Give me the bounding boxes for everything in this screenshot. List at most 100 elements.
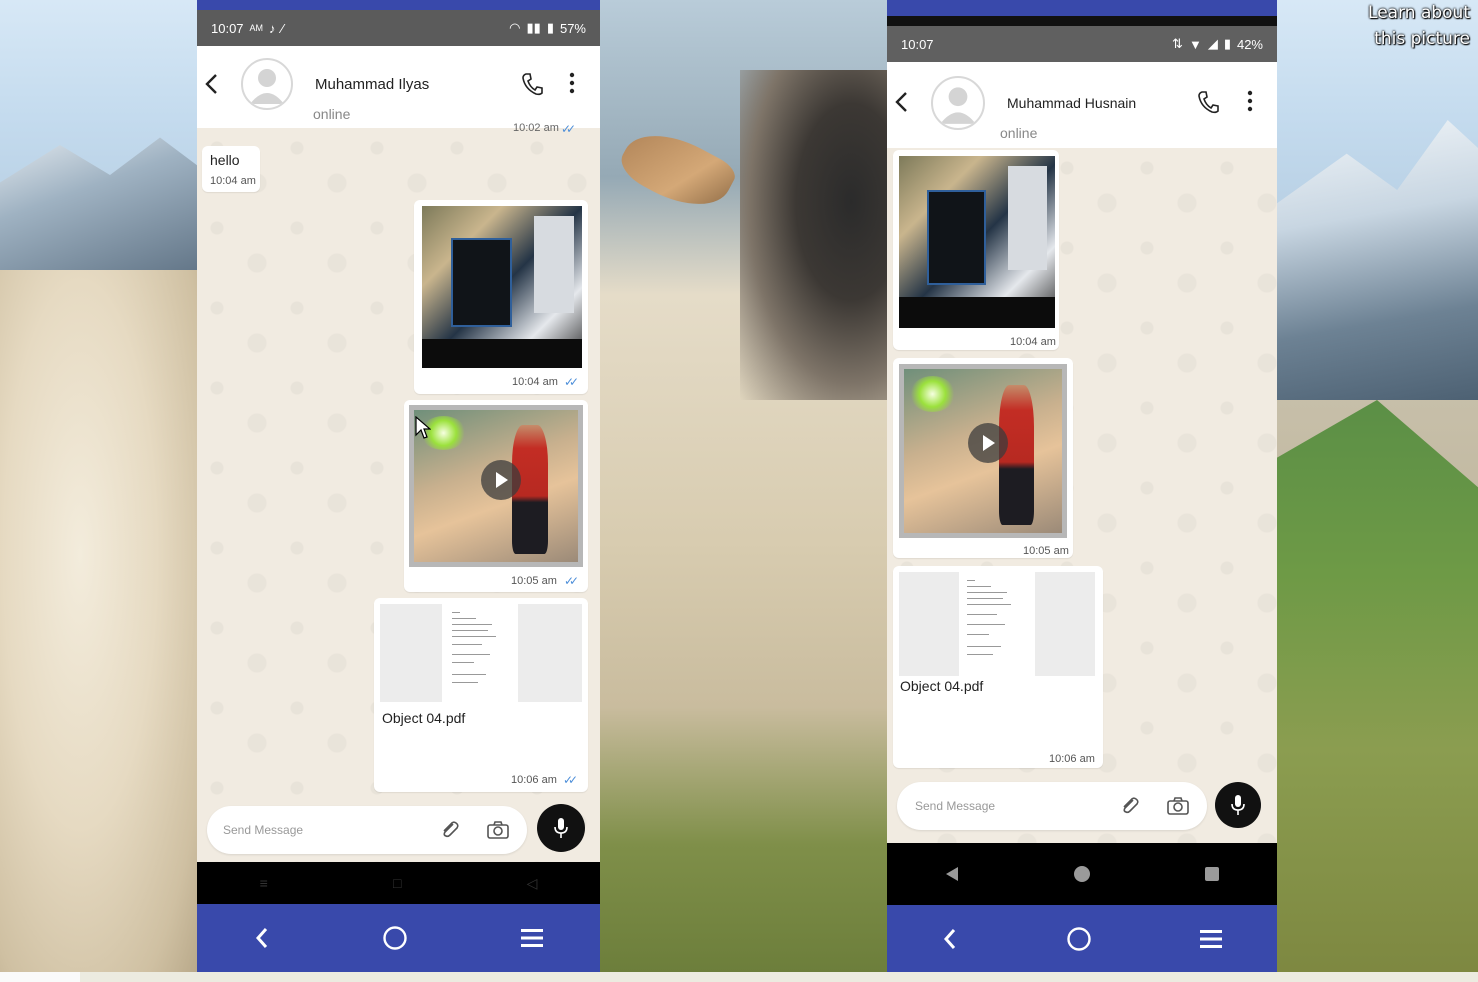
wifi-icon: ▼ <box>1188 36 1202 52</box>
pdf-text-line <box>967 646 1001 647</box>
mouse-cursor-icon <box>415 416 431 439</box>
phone-call-icon[interactable] <box>1197 90 1219 114</box>
phone-call-icon[interactable] <box>521 72 543 96</box>
contact-name[interactable]: Muhammad Ilyas <box>315 76 429 93</box>
clipped-message-time: 10:02 am <box>513 122 559 134</box>
mirror-home-icon[interactable] <box>1066 926 1092 952</box>
video-thumbnail[interactable] <box>409 405 583 567</box>
mic-icon[interactable] <box>1215 782 1261 828</box>
image-detail-strip <box>422 338 582 368</box>
image-detail-panel <box>1008 166 1048 270</box>
more-options-icon[interactable] <box>569 72 575 94</box>
input-placeholder: Send Message <box>223 823 304 837</box>
chat-area[interactable]: 10:02 am ✓✓ hello 10:04 am 10:04 am ✓✓ 1… <box>197 122 600 862</box>
recents-icon[interactable] <box>1203 865 1221 883</box>
read-ticks-icon: ✓✓ <box>563 773 578 787</box>
message-input[interactable]: Send Message <box>897 782 1207 830</box>
mirror-home-icon[interactable] <box>382 925 408 951</box>
pdf-text-line <box>452 644 482 645</box>
camera-icon[interactable] <box>486 820 510 840</box>
incoming-document-message[interactable]: Object 04.pdf 10:06 am <box>893 566 1103 768</box>
image-detail-panel <box>534 215 574 313</box>
status-bar-top-edge <box>887 16 1277 26</box>
contact-status: online <box>1000 125 1038 141</box>
mirror-menu-icon[interactable] <box>520 927 544 949</box>
pdf-text-line <box>967 586 991 587</box>
incoming-image-message[interactable]: 10:04 am <box>893 150 1059 350</box>
learn-about-picture-link[interactable]: Learn about this picture <box>1368 0 1470 52</box>
wallpaper-sheep-face <box>740 70 888 400</box>
pdf-text-line <box>967 580 975 581</box>
contact-avatar[interactable] <box>241 58 293 110</box>
contact-avatar[interactable] <box>931 76 985 130</box>
pdf-page <box>959 572 1035 676</box>
image-thumbnail[interactable] <box>422 206 582 368</box>
message-input-bar: Send Message <box>887 778 1277 838</box>
pdf-text-line <box>452 612 460 613</box>
pdf-text-line <box>452 654 490 655</box>
incoming-video-message[interactable]: 10:05 am <box>893 358 1073 558</box>
mirror-back-icon[interactable] <box>941 926 959 952</box>
attach-icon[interactable] <box>439 819 461 841</box>
chat-area[interactable]: 10:04 am 10:05 am Object 04.pdf 10:06 am… <box>887 148 1277 843</box>
file-name: Object 04.pdf <box>382 710 466 726</box>
camera-icon[interactable] <box>1166 796 1190 816</box>
wallpaper-hill-right <box>1276 400 1478 982</box>
attach-icon[interactable] <box>1119 795 1141 817</box>
back-icon[interactable]: ◁ <box>527 875 538 892</box>
clipped-read-ticks-icon: ✓✓ <box>561 122 576 136</box>
incoming-text-message[interactable]: hello 10:04 am <box>202 146 260 192</box>
message-time: 10:04 am <box>210 175 256 187</box>
mirror-top-bar <box>197 0 600 10</box>
pdf-text-line <box>967 624 1005 625</box>
more-options-icon[interactable] <box>1247 90 1253 112</box>
phone-right: 10:07 ⇅ ▼ ◢ ▮ 42% Muhammad Husnain onlin… <box>887 0 1277 972</box>
pdf-preview[interactable] <box>899 572 1095 676</box>
battery-icon: ▮ <box>1223 36 1231 51</box>
mic-icon[interactable] <box>537 804 585 852</box>
pdf-text-line <box>452 662 474 663</box>
input-placeholder: Send Message <box>915 799 996 813</box>
image-thumbnail[interactable] <box>899 156 1055 328</box>
message-text: hello <box>210 152 240 168</box>
mirror-menu-icon[interactable] <box>1199 928 1223 950</box>
play-icon[interactable] <box>481 460 521 500</box>
pdf-text-line <box>967 598 1003 599</box>
home-icon[interactable]: □ <box>393 875 401 891</box>
outgoing-document-message[interactable]: Object 04.pdf 10:06 am ✓✓ <box>374 598 588 792</box>
pdf-text-line <box>967 614 997 615</box>
home-icon[interactable] <box>1073 865 1091 883</box>
play-icon[interactable] <box>968 423 1008 463</box>
taskbar-strip <box>0 972 1478 982</box>
data-icon: ⇅ <box>1172 36 1183 51</box>
status-time: 10:07 <box>901 36 934 52</box>
signal-icon: ◢ <box>1207 36 1218 51</box>
mirror-back-icon[interactable] <box>253 925 271 951</box>
notification-icon: ⁄ <box>281 20 284 36</box>
back-arrow-icon[interactable] <box>203 72 221 96</box>
wallpaper-wool-left <box>0 270 200 982</box>
pdf-text-line <box>452 682 478 683</box>
status-bar: 10:07 ⇅ ▼ ◢ ▮ 42% <box>887 26 1277 62</box>
pdf-page <box>442 604 518 702</box>
battery-level: 57% <box>559 20 586 36</box>
battery-icon: ▮ <box>546 20 554 35</box>
outgoing-video-message[interactable]: 10:05 am ✓✓ <box>404 400 588 592</box>
video-thumbnail[interactable] <box>899 364 1067 538</box>
tiktok-icon: ♪ <box>269 20 276 36</box>
outgoing-image-message[interactable]: 10:04 am ✓✓ <box>414 200 588 394</box>
message-time: 10:05 am <box>511 575 557 587</box>
contact-name[interactable]: Muhammad Husnain <box>1007 95 1136 111</box>
message-time: 10:05 am <box>1023 545 1069 557</box>
back-arrow-icon[interactable] <box>893 90 911 114</box>
image-detail-strip <box>899 297 1055 328</box>
pdf-text-line <box>452 630 488 631</box>
back-icon[interactable] <box>943 865 961 883</box>
learn-about-line1: Learn about <box>1368 3 1470 23</box>
message-time: 10:06 am <box>1049 753 1095 765</box>
message-time: 10:04 am <box>512 376 558 388</box>
pdf-preview[interactable] <box>380 604 582 702</box>
message-input[interactable]: Send Message <box>207 806 527 854</box>
learn-about-line2: this picture <box>1374 29 1470 49</box>
recents-icon[interactable]: ≡ <box>260 875 268 891</box>
